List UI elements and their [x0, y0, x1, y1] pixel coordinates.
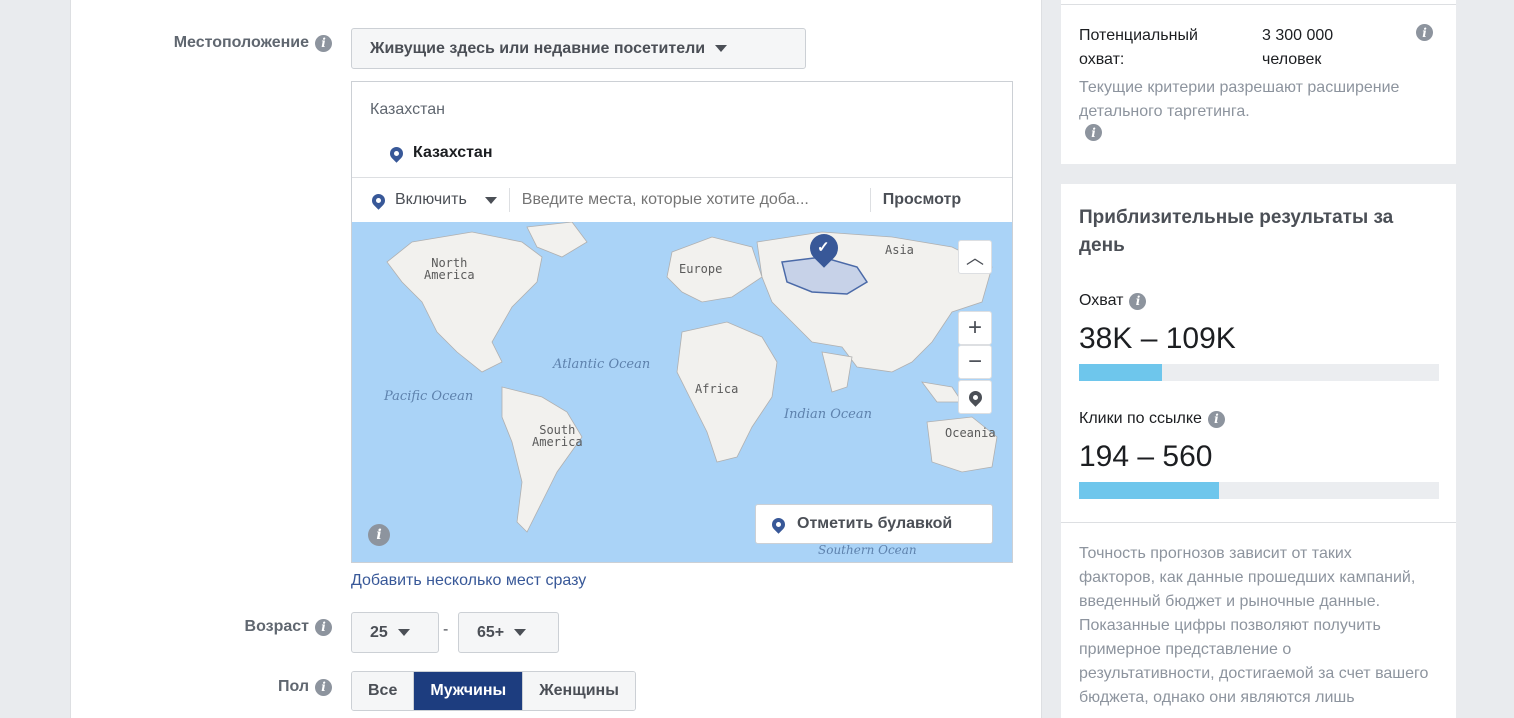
collapse-map-button[interactable]: ︿	[958, 240, 992, 274]
gender-row: Пол i	[70, 678, 332, 702]
map-info-icon[interactable]: i	[368, 524, 390, 546]
world-map[interactable]: ✓ North America South America Europe Asia …	[352, 222, 1012, 562]
info-icon[interactable]: i	[1416, 24, 1433, 41]
divider	[1061, 522, 1456, 523]
reach-label: Охват i	[1079, 292, 1147, 310]
plus-icon: +	[967, 314, 982, 341]
zoom-in-button[interactable]: +	[958, 311, 992, 345]
zoom-out-button[interactable]: −	[958, 345, 992, 379]
gender-option-all[interactable]: Все	[352, 672, 415, 710]
potential-reach-label: Потенциальный охват:	[1079, 27, 1198, 68]
country-group-label: Казахстан	[370, 101, 445, 118]
map-label-africa: Africa	[695, 382, 739, 396]
map-label-southern: Southern Ocean	[818, 543, 917, 557]
reach-bar	[1079, 364, 1439, 381]
potential-reach-value: 3 300 000 человек	[1262, 27, 1334, 68]
age-row: Возраст i	[70, 618, 332, 642]
reach-bar-fill	[1079, 364, 1162, 381]
drop-pin-button[interactable]: Отметить булавкой	[755, 504, 993, 544]
map-label-oceania: Oceania	[945, 426, 996, 440]
caret-down-icon	[397, 629, 410, 636]
location-search-bar: Включить Просмотр	[352, 177, 1012, 222]
info-icon[interactable]: i	[315, 34, 332, 52]
minus-icon: −	[967, 348, 982, 375]
location-pin-icon	[369, 190, 388, 210]
info-icon[interactable]: i	[1129, 292, 1147, 310]
locate-button[interactable]	[958, 380, 992, 414]
gender-selector: Все Мужчины Женщины	[351, 671, 636, 711]
map-label-atlantic: Atlantic Ocean	[553, 357, 651, 372]
info-icon[interactable]: i	[1085, 124, 1102, 141]
map-label-pacific: Pacific Ocean	[384, 389, 474, 404]
clicks-label: Клики по ссылке i	[1079, 410, 1225, 428]
daily-results-card: Приблизительные результаты за день Охват…	[1061, 184, 1456, 718]
browse-button[interactable]: Просмотр	[869, 188, 961, 212]
age-separator: -	[443, 621, 449, 638]
chevron-up-icon: ︿	[966, 248, 984, 268]
age-max-dropdown[interactable]: 65+	[458, 612, 559, 653]
caret-down-icon	[715, 45, 728, 52]
location-pin-icon	[769, 514, 788, 534]
location-box: Казахстан Казахстан Включить Просмотр	[351, 81, 1013, 563]
map-label-indian: Indian Ocean	[784, 407, 872, 422]
reach-value: 38K – 109K	[1079, 322, 1236, 355]
info-icon[interactable]: i	[1207, 410, 1225, 428]
caret-down-icon	[484, 196, 497, 204]
divider	[1061, 4, 1456, 5]
include-dropdown[interactable]: Включить	[352, 188, 510, 212]
daily-results-title: Приблизительные результаты за день	[1079, 207, 1394, 256]
gender-option-men[interactable]: Мужчины	[414, 672, 524, 710]
add-bulk-locations-link[interactable]: Добавить несколько мест сразу	[351, 572, 586, 590]
clicks-bar-fill	[1079, 482, 1220, 499]
location-row: Местоположение i	[70, 34, 332, 58]
age-label: Возраст i	[245, 618, 332, 636]
age-min-dropdown[interactable]: 25	[351, 612, 439, 653]
gender-option-women[interactable]: Женщины	[523, 672, 635, 710]
disclaimer-text: Точность прогнозов зависит от таких факт…	[1079, 545, 1429, 706]
check-icon: ✓	[817, 239, 830, 256]
location-label: Местоположение i	[174, 34, 332, 52]
caret-down-icon	[514, 629, 527, 636]
location-search-input[interactable]	[509, 191, 870, 209]
map-label-south-america: South America	[532, 423, 583, 449]
location-pin-icon	[387, 143, 406, 163]
info-icon[interactable]: i	[315, 618, 332, 636]
map-label-asia: Asia	[885, 243, 914, 257]
clicks-value: 194 – 560	[1079, 440, 1213, 473]
clicks-bar	[1079, 482, 1439, 499]
potential-reach-card: Потенциальный охват: 3 300 000 человек i…	[1061, 0, 1456, 164]
gender-label: Пол i	[278, 678, 332, 696]
potential-reach-note: Текущие критерии разрешают расширение де…	[1079, 79, 1400, 120]
locate-icon	[965, 387, 985, 407]
info-icon[interactable]: i	[315, 678, 332, 696]
selected-location-item[interactable]: Казахстан	[387, 143, 493, 163]
audience-type-dropdown[interactable]: Живущие здесь или недавние посетители	[351, 28, 806, 69]
map-label-europe: Europe	[679, 262, 723, 276]
map-label-north-america: North America	[424, 256, 475, 282]
